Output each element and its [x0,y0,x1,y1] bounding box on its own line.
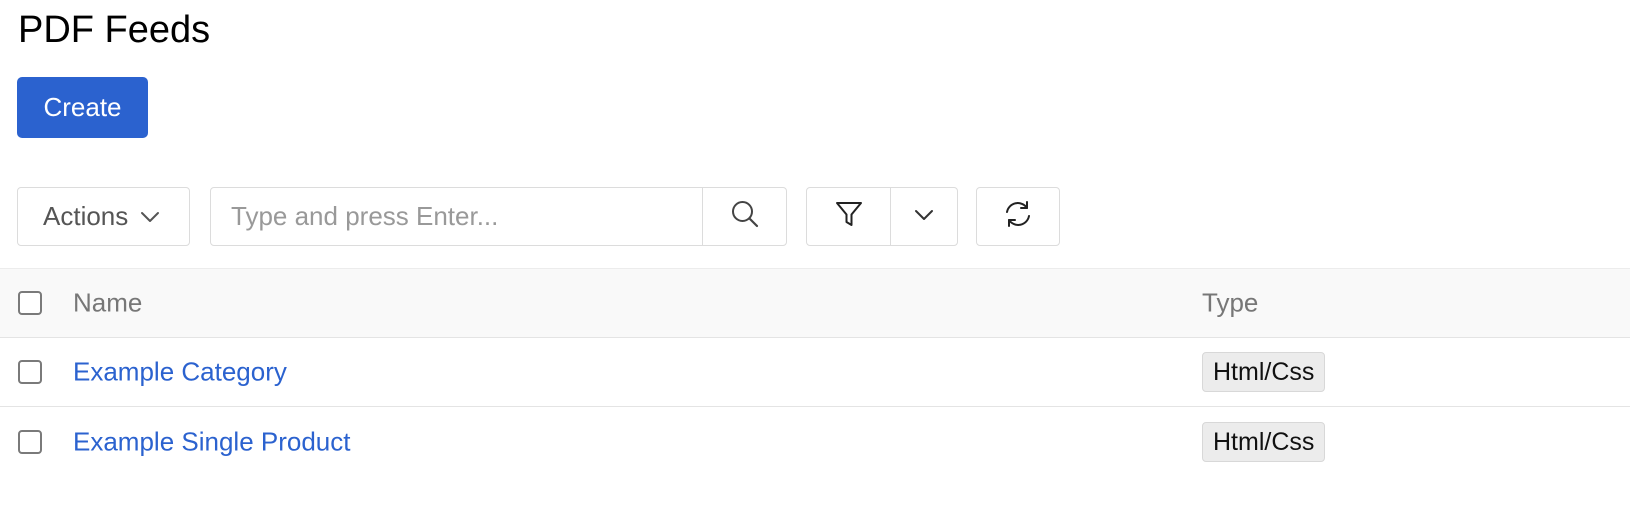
row-checkbox[interactable] [18,429,42,454]
type-badge: Html/Css [1202,352,1326,392]
page: PDF Feeds Create Actions Type and press … [0,0,1630,526]
select-all-checkbox[interactable] [18,291,42,315]
feeds-table: Name Type Example Category Html/Css Exam… [0,268,1630,476]
search-input[interactable] [211,188,702,245]
filter-icon [834,199,864,234]
row-checkbox[interactable] [18,360,42,384]
actions-label: Actions [43,201,129,231]
table-row: Example Category Html/Css [0,338,1630,407]
actions-dropdown[interactable]: Actions [17,187,190,246]
chevron-down-icon [140,211,160,223]
row-type-cell: Html/Css [1202,421,1326,462]
table-row: Example Single Product Html/Css [0,407,1630,476]
page-title: PDF Feeds [18,9,211,51]
filter-button[interactable] [807,188,891,245]
column-header-name[interactable]: Name [73,288,142,319]
search-icon [730,199,760,234]
create-button[interactable]: Create [17,77,148,138]
row-name-link[interactable]: Example Single Product [73,426,350,457]
refresh-icon [1003,199,1033,234]
filter-toggle-button[interactable] [891,188,957,245]
filter-group [806,187,958,246]
search-button[interactable] [702,188,786,245]
table-header: Name Type [0,268,1630,338]
chevron-down-icon [914,208,934,226]
refresh-button[interactable] [976,187,1060,246]
row-type-cell: Html/Css [1202,352,1326,392]
column-header-type[interactable]: Type [1202,288,1258,319]
search-group [210,187,787,246]
type-badge: Html/Css [1202,421,1326,462]
row-name-link[interactable]: Example Category [73,357,287,388]
